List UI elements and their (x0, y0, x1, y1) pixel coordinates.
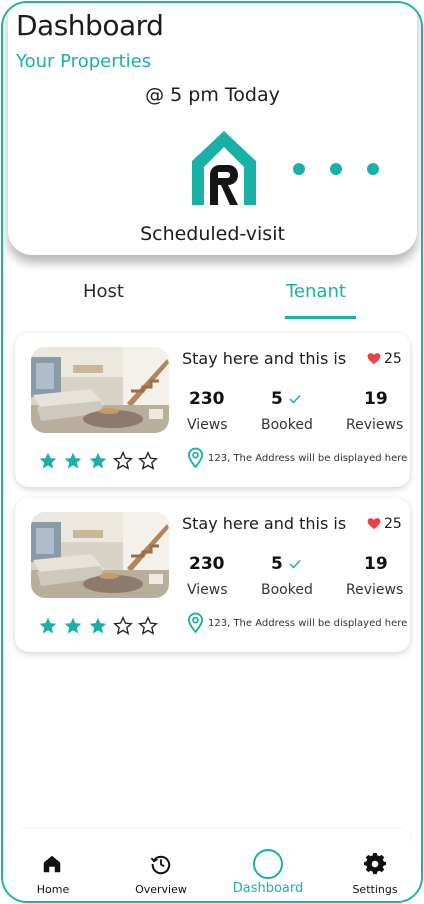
nav-home-label: Home (36, 883, 70, 896)
check-icon (289, 559, 301, 569)
views-label: Views (187, 417, 228, 433)
property-address: 123, The Address will be displayed here (208, 453, 408, 464)
nav-overview-label: Overview (135, 883, 187, 896)
star-filled-icon (39, 617, 57, 634)
reviews-label: Reviews (346, 582, 404, 598)
booked-label: Booked (261, 417, 313, 433)
property-photo (31, 347, 169, 433)
check-icon (289, 394, 301, 404)
gear-icon (364, 853, 386, 875)
nav-settings[interactable]: Settings (325, 841, 421, 901)
star-empty-icon (113, 616, 133, 635)
booked-count: 5 (271, 554, 283, 574)
avatar (253, 849, 283, 879)
page-subtitle: Your Properties (16, 51, 152, 72)
views-count: 230 (189, 554, 225, 574)
location-pin-icon (187, 447, 204, 468)
star-empty-icon (138, 616, 158, 635)
property-card[interactable]: Stay here and this is 25 230 Views 5 Boo… (15, 498, 410, 652)
star-empty-icon (113, 451, 133, 470)
active-tab-indicator (285, 316, 356, 319)
home-icon (43, 855, 61, 873)
reviews-count: 19 (364, 554, 388, 574)
visit-label: Scheduled-visit (140, 223, 285, 245)
visit-time: @ 5 pm Today (145, 84, 280, 106)
heart-icon[interactable] (367, 352, 381, 366)
nav-home[interactable]: Home (3, 841, 103, 901)
property-card[interactable]: Stay here and this is 25 230 Views 5 Boo… (15, 333, 410, 487)
rating-stars (38, 451, 158, 471)
star-filled-icon (64, 452, 82, 469)
pager-dot[interactable] (293, 163, 305, 175)
star-filled-icon (89, 617, 107, 634)
views-label: Views (187, 582, 228, 598)
star-empty-icon (138, 451, 158, 470)
star-filled-icon (64, 617, 82, 634)
page-header: Dashboard Your Properties (3, 3, 421, 79)
star-filled-icon (39, 452, 57, 469)
nav-overview[interactable]: Overview (111, 841, 211, 901)
nav-dashboard-label: Dashboard (232, 881, 304, 896)
property-name: Stay here and this is (182, 514, 347, 533)
pager-dot[interactable] (367, 163, 379, 175)
star-filled-icon (89, 452, 107, 469)
like-count: 25 (384, 516, 402, 532)
property-name: Stay here and this is (182, 349, 347, 368)
nav-dashboard[interactable]: Dashboard (218, 841, 318, 901)
tab-tenant[interactable]: Tenant (286, 281, 346, 302)
property-address: 123, The Address will be displayed here (208, 618, 408, 629)
reviews-label: Reviews (346, 417, 404, 433)
property-logo-icon (192, 131, 256, 205)
booked-count: 5 (271, 389, 283, 409)
visit-pager-dots[interactable] (293, 163, 379, 175)
location-pin-icon (187, 612, 204, 633)
like-count: 25 (384, 351, 402, 367)
reviews-count: 19 (364, 389, 388, 409)
tab-host[interactable]: Host (83, 281, 124, 302)
views-count: 230 (189, 389, 225, 409)
bottom-nav: Home Overview Dashboard Settings (3, 841, 421, 901)
pager-dot[interactable] (330, 163, 342, 175)
heart-icon[interactable] (367, 517, 381, 531)
nav-settings-label: Settings (352, 883, 398, 896)
page-title: Dashboard (16, 9, 164, 42)
booked-label: Booked (261, 582, 313, 598)
app-frame: @ 5 pm Today Scheduled-visit Dashboard Y… (1, 1, 423, 903)
property-photo (31, 512, 169, 598)
history-icon (150, 855, 171, 875)
rating-stars (38, 616, 158, 636)
